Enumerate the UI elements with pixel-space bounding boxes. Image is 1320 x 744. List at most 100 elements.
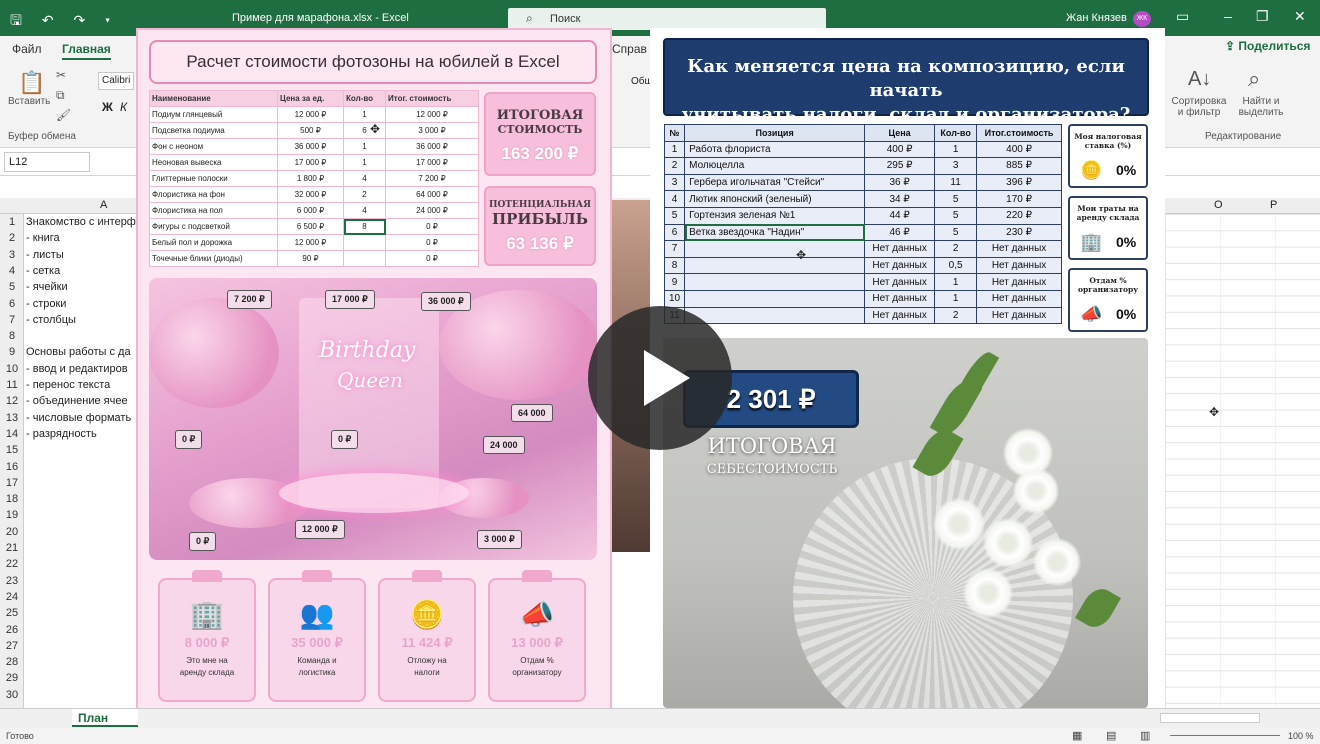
- ribbon-display-icon[interactable]: ▭: [1176, 8, 1189, 25]
- row-number[interactable]: 18: [0, 493, 24, 505]
- table-cell[interactable]: 5: [934, 206, 978, 225]
- table-cell[interactable]: Флористика на фон: [149, 186, 278, 203]
- table-cell[interactable]: 5: [663, 206, 686, 225]
- cut-icon[interactable]: ✂: [56, 68, 66, 82]
- row-number[interactable]: 17: [0, 477, 24, 489]
- row-number[interactable]: 27: [0, 640, 24, 652]
- table-cell[interactable]: 230 ₽: [976, 223, 1062, 242]
- table-cell[interactable]: 46 ₽: [864, 223, 936, 242]
- table-cell[interactable]: 36 000 ₽: [277, 138, 344, 155]
- row-number[interactable]: 10: [0, 363, 24, 375]
- table-cell[interactable]: 3 000 ₽: [385, 122, 479, 139]
- table-cell[interactable]: 64 000 ₽: [385, 186, 479, 203]
- cell-a[interactable]: - строки: [26, 298, 136, 310]
- table-cell[interactable]: Фигуры с подсветкой: [149, 218, 278, 235]
- maximize-icon[interactable]: ❐: [1256, 8, 1269, 25]
- cell-a[interactable]: - объединение ячее: [26, 395, 136, 407]
- table-cell[interactable]: Нет данных: [976, 273, 1062, 291]
- table-cell[interactable]: 0 ₽: [385, 250, 479, 267]
- row-number[interactable]: 9: [0, 346, 24, 358]
- font-name-select[interactable]: Calibri: [98, 72, 134, 90]
- table-cell[interactable]: 400 ₽: [864, 140, 936, 159]
- table-cell[interactable]: 7: [663, 240, 686, 258]
- table-cell[interactable]: 8: [343, 218, 386, 235]
- table-cell[interactable]: [343, 234, 386, 251]
- table-cell[interactable]: Ветка звездочка "Надин": [684, 223, 866, 242]
- row-number[interactable]: 8: [0, 330, 24, 342]
- table-cell[interactable]: 5: [934, 190, 978, 208]
- table-cell[interactable]: 295 ₽: [864, 157, 936, 175]
- table-cell[interactable]: 36 ₽: [864, 173, 936, 192]
- table-cell[interactable]: 6 000 ₽: [277, 202, 344, 219]
- table-cell[interactable]: 885 ₽: [976, 157, 1062, 175]
- table-cell[interactable]: 0 ₽: [385, 234, 479, 251]
- cell-a[interactable]: - столбцы: [26, 314, 136, 326]
- table-cell[interactable]: 6: [663, 223, 686, 242]
- table-cell[interactable]: [343, 250, 386, 267]
- avatar[interactable]: ЖК: [1133, 11, 1151, 27]
- cell-a[interactable]: Знакомство с интерф: [26, 216, 136, 228]
- row-number[interactable]: 7: [0, 314, 24, 326]
- table-cell[interactable]: Гортензия зеленая №1: [684, 206, 866, 225]
- row-number[interactable]: 1: [0, 216, 24, 228]
- row-number[interactable]: 29: [0, 672, 24, 684]
- cell-a[interactable]: - числовые формать: [26, 412, 136, 424]
- row-number[interactable]: 16: [0, 461, 24, 473]
- close-icon[interactable]: ✕: [1294, 8, 1306, 25]
- table-cell[interactable]: Нет данных: [864, 256, 936, 275]
- row-number[interactable]: 3: [0, 249, 24, 261]
- row-number[interactable]: 12: [0, 395, 24, 407]
- paste-label[interactable]: Вставить: [8, 96, 50, 107]
- table-cell[interactable]: 0 ₽: [385, 218, 479, 235]
- table-cell[interactable]: 2: [934, 306, 978, 325]
- tab-home[interactable]: Главная: [62, 42, 111, 60]
- table-cell[interactable]: Неоновая вывеска: [149, 154, 278, 171]
- table-cell[interactable]: 9: [663, 273, 686, 291]
- row-number[interactable]: 2: [0, 232, 24, 244]
- table-cell[interactable]: 2: [663, 157, 686, 175]
- table-cell[interactable]: [684, 273, 866, 291]
- table-cell[interactable]: 5: [934, 223, 978, 242]
- table-cell[interactable]: 90 ₽: [277, 250, 344, 267]
- table-cell[interactable]: [684, 240, 866, 258]
- table-cell[interactable]: [684, 306, 866, 325]
- table-cell[interactable]: Точечные блики (диоды): [149, 250, 278, 267]
- sheet-tab[interactable]: План урок: [72, 709, 138, 727]
- row-number[interactable]: 20: [0, 526, 24, 538]
- column-p-header[interactable]: P: [1270, 199, 1277, 211]
- name-box[interactable]: L12: [4, 152, 90, 172]
- video-play-button[interactable]: [588, 306, 732, 450]
- table-cell[interactable]: 32 000 ₽: [277, 186, 344, 203]
- table-cell[interactable]: 220 ₽: [976, 206, 1062, 225]
- paste-icon[interactable]: 📋: [18, 70, 45, 96]
- find-icon[interactable]: ⌕: [1248, 66, 1260, 92]
- table-cell[interactable]: 44 ₽: [864, 206, 936, 225]
- share-button[interactable]: ⇪ Поделиться: [1225, 39, 1310, 53]
- table-cell[interactable]: 1 800 ₽: [277, 170, 344, 187]
- table-cell[interactable]: Нет данных: [864, 306, 936, 325]
- table-cell[interactable]: 170 ₽: [976, 190, 1062, 208]
- search-box[interactable]: ⌕ Поиск: [508, 8, 826, 30]
- format-painter-icon[interactable]: 🖌: [56, 108, 71, 122]
- table-cell[interactable]: Нет данных: [976, 240, 1062, 258]
- table-cell[interactable]: 10: [663, 289, 686, 308]
- zoom-slider[interactable]: [1170, 735, 1280, 736]
- table-cell[interactable]: 3: [934, 157, 978, 175]
- table-cell[interactable]: [684, 289, 866, 308]
- copy-icon[interactable]: ⧉: [56, 88, 65, 103]
- table-cell[interactable]: 6 500 ₽: [277, 218, 344, 235]
- table-cell[interactable]: Нет данных: [864, 273, 936, 291]
- row-number[interactable]: 14: [0, 428, 24, 440]
- row-number[interactable]: 26: [0, 624, 24, 636]
- table-cell[interactable]: 1: [663, 140, 686, 159]
- table-cell[interactable]: Глиттерные полоски: [149, 170, 278, 187]
- cell-a[interactable]: - разрядность: [26, 428, 136, 440]
- row-number[interactable]: 25: [0, 607, 24, 619]
- row-number[interactable]: 23: [0, 575, 24, 587]
- row-number[interactable]: 22: [0, 558, 24, 570]
- cell-a[interactable]: - ячейки: [26, 281, 136, 293]
- italic-button[interactable]: К: [120, 100, 127, 114]
- cell-a[interactable]: - перенос текста: [26, 379, 136, 391]
- table-cell[interactable]: 8: [663, 256, 686, 275]
- table-cell[interactable]: 24 000 ₽: [385, 202, 479, 219]
